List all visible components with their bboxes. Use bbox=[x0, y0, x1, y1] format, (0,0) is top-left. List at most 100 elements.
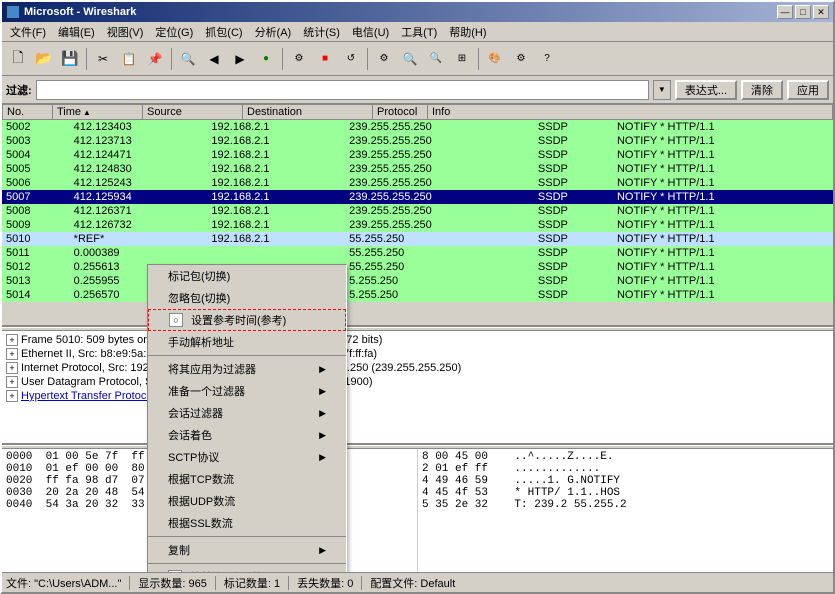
table-row[interactable]: 5005412.124830192.168.2.1239.255.255.250… bbox=[2, 162, 833, 176]
context-menu-item[interactable]: 忽略包(切换) bbox=[148, 287, 346, 309]
menu-item-a[interactable]: 分析(A) bbox=[249, 22, 298, 42]
maximize-button[interactable]: □ bbox=[795, 5, 811, 19]
hex-ascii-row: 5 35 2e 32 T: 239.2 55.255.2 bbox=[422, 499, 829, 511]
col-header-protocol[interactable]: Protocol bbox=[373, 105, 428, 120]
menu-item-t[interactable]: 工具(T) bbox=[395, 22, 443, 42]
toolbar-stop-capture[interactable]: ■ bbox=[313, 47, 337, 71]
context-menu-item[interactable]: 会话着色▶ bbox=[148, 424, 346, 446]
apply-button[interactable]: 应用 bbox=[787, 80, 829, 100]
col-header-no[interactable]: No. bbox=[3, 105, 53, 120]
context-menu-item-label: SCTP协议 bbox=[168, 449, 219, 465]
menu-item-f[interactable]: 文件(F) bbox=[4, 22, 52, 42]
menu-item-v[interactable]: 视图(V) bbox=[101, 22, 150, 42]
toolbar-zoom-reset[interactable]: ⊞ bbox=[450, 47, 474, 71]
toolbar-forward[interactable]: ▶ bbox=[228, 47, 252, 71]
toolbar-copy[interactable]: 📋 bbox=[117, 47, 141, 71]
toolbar-back[interactable]: ◀ bbox=[202, 47, 226, 71]
hex-ascii-row: 2 01 ef ff ............. bbox=[422, 463, 829, 475]
toolbar-open[interactable]: 📂 bbox=[32, 47, 56, 71]
toolbar-start-capture[interactable]: ⚙ bbox=[287, 47, 311, 71]
table-row[interactable]: 50130.2559555.255.250SSDPNOTIFY * HTTP/1… bbox=[2, 274, 833, 288]
context-menu-item[interactable]: 手动解析地址 bbox=[148, 331, 346, 353]
table-row[interactable]: 5008412.126371192.168.2.1239.255.255.250… bbox=[2, 204, 833, 218]
close-button[interactable]: ✕ bbox=[813, 5, 829, 19]
table-row[interactable]: 5006412.125243192.168.2.1239.255.255.250… bbox=[2, 176, 833, 190]
hex-right-panel: 8 00 45 00 ..^.....Z....E.2 01 ef ff ...… bbox=[417, 449, 833, 572]
detail-item-text: Hypertext Transfer Protocol bbox=[21, 390, 155, 402]
context-menu-item-icon: ○ bbox=[169, 313, 183, 327]
toolbar-help[interactable]: ? bbox=[535, 47, 559, 71]
table-row[interactable]: 50140.2565705.255.250SSDPNOTIFY * HTTP/1… bbox=[2, 288, 833, 302]
table-row[interactable]: 5002412.123403192.168.2.1239.255.255.250… bbox=[2, 120, 833, 134]
context-menu-item-label: 根据UDP数流 bbox=[168, 493, 235, 509]
col-header-time[interactable]: Time▲ bbox=[53, 105, 143, 120]
menu-item-h[interactable]: 帮助(H) bbox=[443, 22, 492, 42]
context-menu-submenu-arrow: ▶ bbox=[319, 452, 326, 463]
toolbar-prefs[interactable]: ⚙ bbox=[509, 47, 533, 71]
toolbar-zoom-out[interactable]: 🔍 bbox=[424, 47, 448, 71]
table-row[interactable]: 50120.25561355.255.250SSDPNOTIFY * HTTP/… bbox=[2, 260, 833, 274]
context-menu-item[interactable]: 会话过滤器▶ bbox=[148, 402, 346, 424]
toolbar-save[interactable]: 💾 bbox=[58, 47, 82, 71]
toolbar-restart[interactable]: ↺ bbox=[339, 47, 363, 71]
detail-expand-button[interactable]: + bbox=[6, 362, 18, 374]
context-menu-submenu-arrow: ▶ bbox=[319, 408, 326, 419]
detail-item[interactable]: +Hypertext Transfer Protocol bbox=[4, 389, 831, 403]
toolbar-go[interactable]: ● bbox=[254, 47, 278, 71]
col-header-info[interactable]: Info bbox=[428, 105, 833, 120]
title-bar: Microsoft - Wireshark — □ ✕ bbox=[2, 2, 833, 22]
col-header-source[interactable]: Source bbox=[143, 105, 243, 120]
detail-expand-button[interactable]: + bbox=[6, 376, 18, 388]
toolbar-paste[interactable]: 📌 bbox=[143, 47, 167, 71]
detail-expand-button[interactable]: + bbox=[6, 348, 18, 360]
detail-item[interactable]: +Frame 5010: 509 bytes on wire (4072 bit… bbox=[4, 333, 831, 347]
status-config: 配置文件: Default bbox=[370, 575, 455, 591]
packet-scroll-area[interactable]: 5002412.123403192.168.2.1239.255.255.250… bbox=[2, 120, 833, 327]
clear-button[interactable]: 清除 bbox=[741, 80, 783, 100]
detail-panel: +Frame 5010: 509 bytes on wire (4072 bit… bbox=[2, 331, 833, 445]
table-row[interactable]: 5009412.126732192.168.2.1239.255.255.250… bbox=[2, 218, 833, 232]
context-menu-item-label: 忽略包(切换) bbox=[168, 290, 230, 306]
detail-item[interactable]: +User Datagram Protocol, Src Port: 57955… bbox=[4, 375, 831, 389]
context-menu-item[interactable]: 根据UDP数流 bbox=[148, 490, 346, 512]
toolbar-zoom-in[interactable]: 🔍 bbox=[398, 47, 422, 71]
filter-input[interactable] bbox=[36, 80, 649, 100]
table-row[interactable]: 5010*REF*192.168.2.155.255.250SSDPNOTIFY… bbox=[2, 232, 833, 246]
minimize-button[interactable]: — bbox=[777, 5, 793, 19]
expression-button[interactable]: 表达式... bbox=[675, 80, 737, 100]
detail-item[interactable]: +Internet Protocol, Src: 192.168.2.1 (19… bbox=[4, 361, 831, 375]
hex-panel: 0000 01 00 5e 7f ff ff b8 e90010 01 ef 0… bbox=[2, 449, 833, 572]
toolbar-find[interactable]: 🔍 bbox=[176, 47, 200, 71]
menu-item-e[interactable]: 编辑(E) bbox=[52, 22, 101, 42]
menu-item-s[interactable]: 统计(S) bbox=[297, 22, 346, 42]
context-menu-item-label: 将其应用为过滤器 bbox=[168, 361, 256, 377]
table-row[interactable]: 5004412.124471192.168.2.1239.255.255.250… bbox=[2, 148, 833, 162]
status-file: 文件: "C:\Users\ADM..." bbox=[6, 575, 121, 591]
status-bar: 文件: "C:\Users\ADM..." 显示数量: 965 标记数量: 1 … bbox=[2, 572, 833, 592]
detail-expand-button[interactable]: + bbox=[6, 390, 18, 402]
menu-item-u[interactable]: 电信(U) bbox=[346, 22, 395, 42]
context-menu-item[interactable]: 将其应用为过滤器▶ bbox=[148, 358, 346, 380]
context-menu-item[interactable]: 根据SSL数流 bbox=[148, 512, 346, 534]
detail-item[interactable]: +Ethernet II, Src: b8:e9:5a:94:09, Dst: … bbox=[4, 347, 831, 361]
context-menu-item[interactable]: ○按某协议规则解码... bbox=[148, 566, 346, 572]
table-row[interactable]: 5003412.123713192.168.2.1239.255.255.250… bbox=[2, 134, 833, 148]
context-menu-item[interactable]: ○设置参考时间(参考) bbox=[148, 309, 346, 331]
context-menu-item[interactable]: 标记包(切换) bbox=[148, 265, 346, 287]
context-menu-item[interactable]: SCTP协议 ▶ bbox=[148, 446, 346, 468]
table-row[interactable]: 5007412.125934192.168.2.1239.255.255.250… bbox=[2, 190, 833, 204]
toolbar-cut[interactable]: ✂ bbox=[91, 47, 115, 71]
toolbar-options[interactable]: ⚙ bbox=[372, 47, 396, 71]
context-menu-item-label: 会话着色 bbox=[168, 427, 212, 443]
toolbar-colorize[interactable]: 🎨 bbox=[483, 47, 507, 71]
table-row[interactable]: 50110.00038955.255.250SSDPNOTIFY * HTTP/… bbox=[2, 246, 833, 260]
context-menu-item[interactable]: 根据TCP数流 bbox=[148, 468, 346, 490]
col-header-destination[interactable]: Destination bbox=[243, 105, 373, 120]
context-menu-item[interactable]: 复制▶ bbox=[148, 539, 346, 561]
menu-item-c[interactable]: 抓包(C) bbox=[199, 22, 248, 42]
menu-item-g[interactable]: 定位(G) bbox=[149, 22, 199, 42]
context-menu-item[interactable]: 准备一个过滤器▶ bbox=[148, 380, 346, 402]
filter-dropdown-button[interactable]: ▼ bbox=[653, 80, 671, 100]
toolbar-new[interactable]: 🗋 bbox=[6, 47, 30, 71]
detail-expand-button[interactable]: + bbox=[6, 334, 18, 346]
